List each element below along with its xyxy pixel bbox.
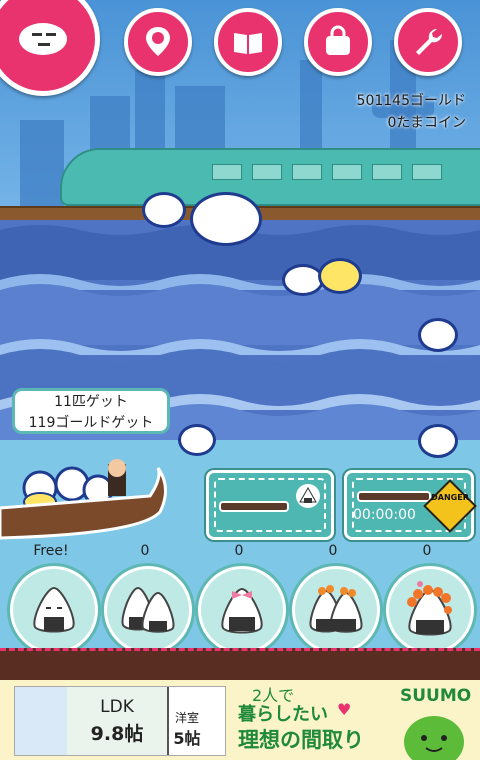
coin-counter: 0たまコイン <box>387 115 467 131</box>
onigiri-icon <box>296 484 320 508</box>
yellow-fish <box>318 258 362 294</box>
danger-progress-bar <box>357 491 431 502</box>
bait-slot-1[interactable] <box>10 566 98 654</box>
double-onigiri-icon <box>121 586 175 633</box>
map-pin-icon <box>146 27 170 56</box>
fish <box>178 424 216 456</box>
bait-progress-bar <box>219 501 289 512</box>
open-book-icon <box>234 33 262 54</box>
suumo-logo-text: SUUMO <box>400 686 472 706</box>
bait-slot-4[interactable] <box>292 566 380 654</box>
ad-headline-line2: 暮らしたい <box>238 704 328 725</box>
bait-slot-2[interactable] <box>104 566 192 654</box>
book-button[interactable] <box>214 8 282 76</box>
bag-button[interactable] <box>304 8 372 76</box>
onigiri-salmon-roe-icon <box>309 585 363 633</box>
gold-counter: 501145ゴールド <box>356 93 466 109</box>
second-room-size: 5帖 <box>173 729 201 748</box>
floor-plan-image: LDK 9.8帖 洋室 5帖 <box>14 686 226 756</box>
settings-button[interactable] <box>394 8 462 76</box>
bait-count-1: Free! <box>33 543 69 559</box>
map-button[interactable] <box>124 8 192 76</box>
bait-count-4: 0 <box>328 543 338 559</box>
bait-count-3: 0 <box>234 543 244 559</box>
suumo-mascot-icon <box>404 716 464 760</box>
fishing-boat[interactable] <box>0 448 176 544</box>
onigiri-ribbon-icon <box>221 587 263 634</box>
bag-icon <box>326 25 350 55</box>
monorail-train <box>60 148 480 206</box>
bait-count-2: 0 <box>140 543 150 559</box>
catch-result-bubble: 11匹ゲット 119ゴールドゲット <box>12 388 170 434</box>
danger-label: DANGER <box>431 493 469 502</box>
ldk-size: 9.8帖 <box>90 723 144 745</box>
danger-timer: 00:00:00 <box>353 507 416 523</box>
bait-timer-panel <box>206 470 334 540</box>
game-scene: 501145ゴールド 0たまコイン 11匹ゲット 119ゴールドゲット 00:0… <box>0 0 480 680</box>
wooden-dock <box>0 648 480 680</box>
wrench-icon <box>416 28 443 55</box>
floor-plan-kitchen <box>15 687 69 755</box>
city-building <box>20 120 64 210</box>
gold-earned-text: 119ゴールドゲット <box>28 415 154 431</box>
onigiri-icon <box>33 586 75 633</box>
fish-caught-text: 11匹ゲット <box>54 394 128 410</box>
fish <box>418 318 458 352</box>
ldk-label: LDK <box>100 697 134 717</box>
second-room-label: 洋室 <box>174 711 199 725</box>
bait-slot-3[interactable] <box>198 566 286 654</box>
danger-timer-panel: 00:00:00 DANGER <box>344 470 477 540</box>
fish <box>418 424 458 458</box>
bait-count-5: 0 <box>422 543 432 559</box>
onigiri-ikura-icon <box>407 581 452 636</box>
fish-large <box>190 192 262 246</box>
ad-headline-line3: 理想の間取り <box>238 728 364 752</box>
ad-banner[interactable]: LDK 9.8帖 洋室 5帖 2人で 暮らしたい ♥ 理想の間取り SUUMO <box>0 680 480 760</box>
fish <box>142 192 186 228</box>
bait-slot-5[interactable] <box>386 566 474 654</box>
fish-face-icon <box>19 23 67 55</box>
heart-icon: ♥ <box>337 700 352 719</box>
